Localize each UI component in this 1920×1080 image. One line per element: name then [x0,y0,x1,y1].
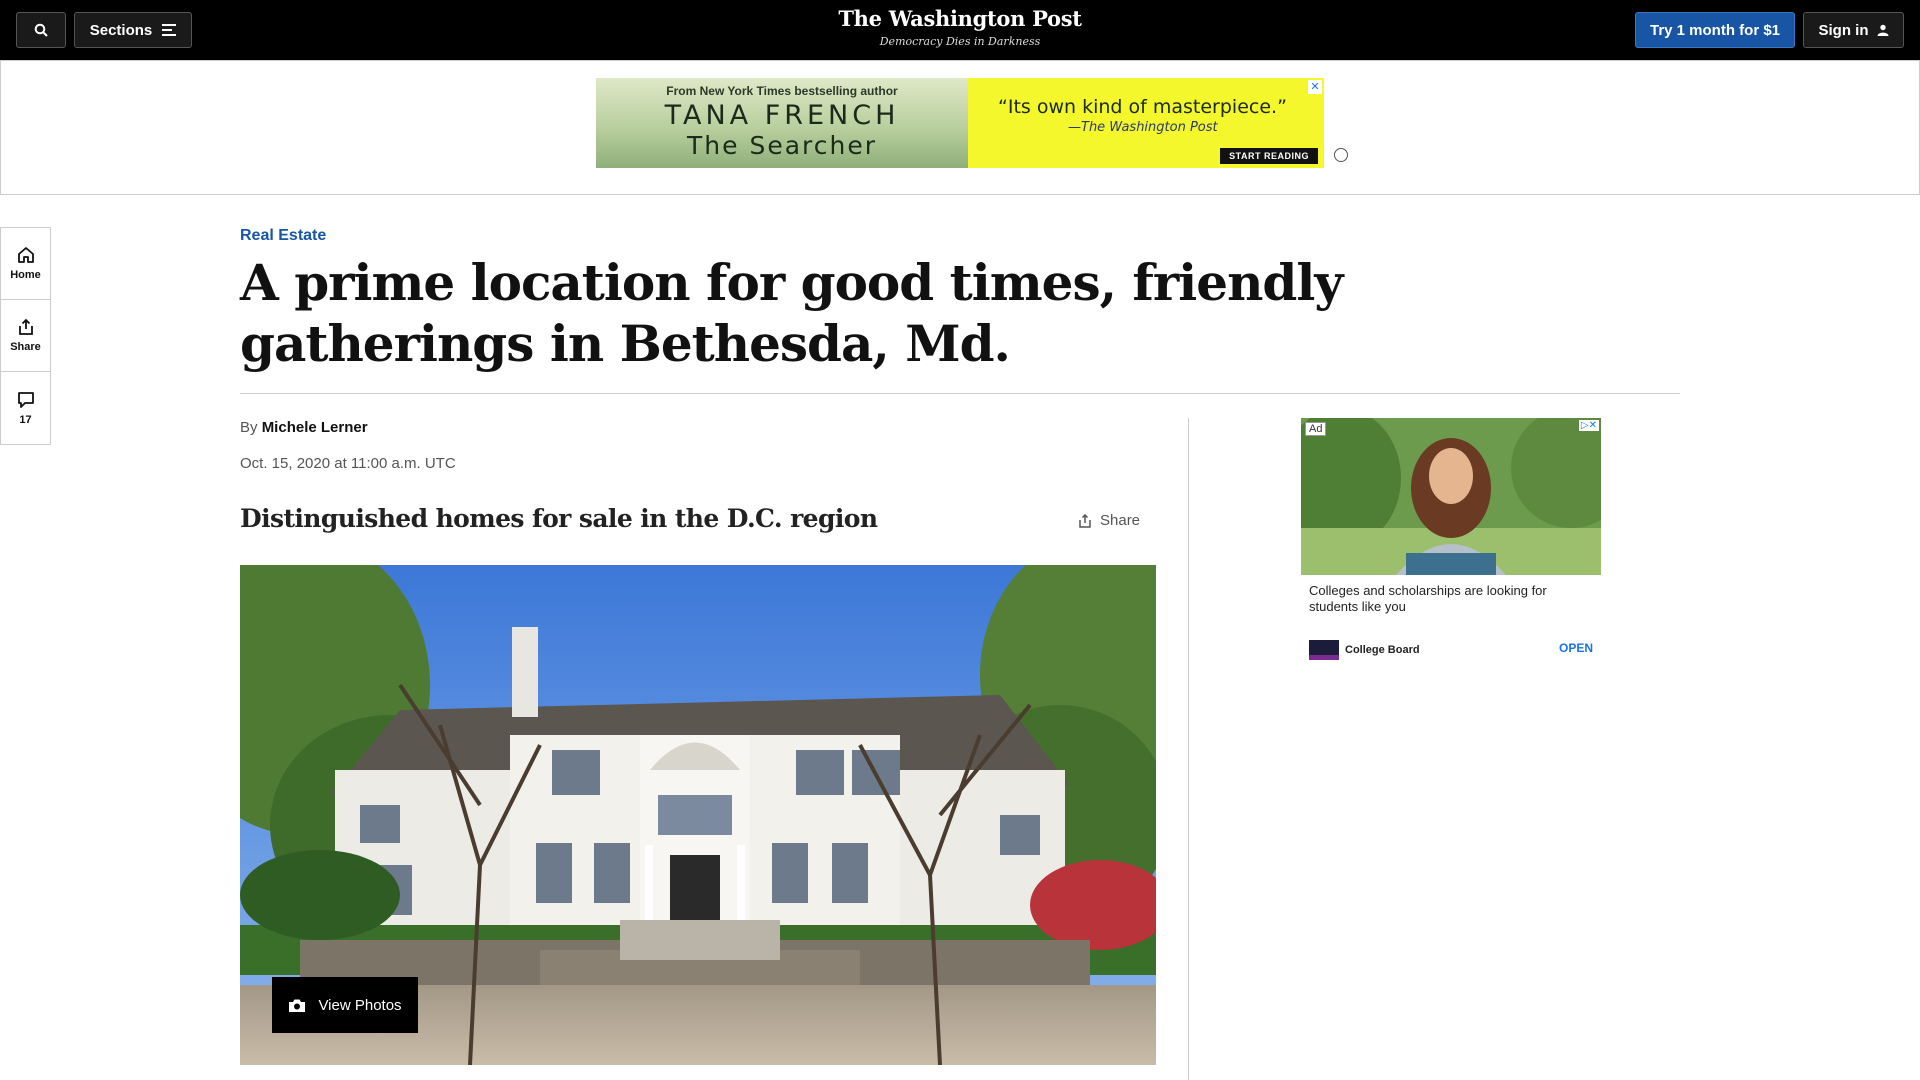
share-icon [1079,513,1091,528]
banner-quote: “Its own kind of masterpiece.” [998,96,1287,118]
banner-book-title: The Searcher [687,131,877,160]
ad-close-icon[interactable]: ✕ [1308,80,1322,94]
rail-home-label: Home [10,269,41,281]
publisher-logo-icon [1334,148,1348,162]
book-banner-ad[interactable]: From New York Times bestselling author T… [596,78,1348,168]
top-navigation-bar: Sections The Washington Post Democracy D… [0,0,1920,60]
ad-advertiser: College Board [1309,640,1420,660]
article-headline: A prime location for good times, friendl… [240,253,1343,373]
banner-book-panel: From New York Times bestselling author T… [596,78,968,168]
gallery-share-button[interactable]: Share [1078,512,1140,529]
byline: By Michele Lerner [240,419,368,436]
byline-prefix: By [240,419,258,436]
banner-quote-panel: “Its own kind of masterpiece.” —The Wash… [968,78,1348,168]
gallery-title: Distinguished homes for sale in the D.C.… [240,504,878,533]
ad-photo-illustration [1301,418,1601,575]
college-board-logo-icon [1309,640,1339,660]
sign-in-label: Sign in [1818,21,1869,39]
banner-start-reading-button[interactable]: START READING [1220,148,1318,164]
home-icon [17,247,34,263]
sign-in-button[interactable]: Sign in [1803,12,1904,48]
ad-open-button[interactable]: OPEN [1559,641,1593,655]
gallery-share-label: Share [1100,512,1141,529]
publish-date: Oct. 15, 2020 at 11:00 a.m. UTC [240,455,456,472]
ad-label: Ad [1305,422,1327,436]
adchoices-icon[interactable]: ▷✕ [1578,420,1599,431]
camera-icon [289,999,306,1012]
ad-brand-name: College Board [1345,644,1420,656]
sections-label: Sections [89,21,153,39]
rail-comment-count: 17 [19,413,32,426]
left-share-rail: Home Share 17 [0,227,51,445]
comment-icon [17,391,34,408]
banner-author: TANA FRENCH [664,100,900,131]
hamburger-icon [162,24,177,36]
tagline: Democracy Dies in Darkness [879,35,1041,48]
rail-home-button[interactable]: Home [1,228,50,300]
search-icon [34,23,48,37]
user-icon [1877,24,1888,36]
headline-divider [240,393,1680,394]
ad-headline: Colleges and scholarships are looking fo… [1309,583,1547,614]
logo-wordmark[interactable]: The Washington Post [760,6,1160,31]
section-kicker-link[interactable]: Real Estate [240,227,326,245]
search-button[interactable] [16,12,66,48]
banner-from-text: From New York Times bestselling author [666,84,898,98]
sections-menu-button[interactable]: Sections [74,12,192,48]
side-display-ad[interactable]: Ad ▷✕ Colleges and scholarships are look… [1301,418,1601,668]
column-divider [1188,418,1189,1080]
author-link[interactable]: Michele Lerner [262,419,368,436]
site-logo[interactable]: The Washington Post Democracy Dies in Da… [760,6,1160,48]
rail-comments-button[interactable]: 17 [1,372,50,444]
view-photos-label: View Photos [318,996,402,1014]
rail-share-button[interactable]: Share [1,300,50,372]
view-photos-button[interactable]: View Photos [272,977,418,1033]
banner-attribution: —The Washington Post [1068,120,1218,135]
subscribe-trial-button[interactable]: Try 1 month for $1 [1635,12,1795,48]
ad-photo: Ad ▷✕ [1301,418,1601,575]
rail-share-label: Share [10,341,41,353]
share-icon [18,318,33,335]
